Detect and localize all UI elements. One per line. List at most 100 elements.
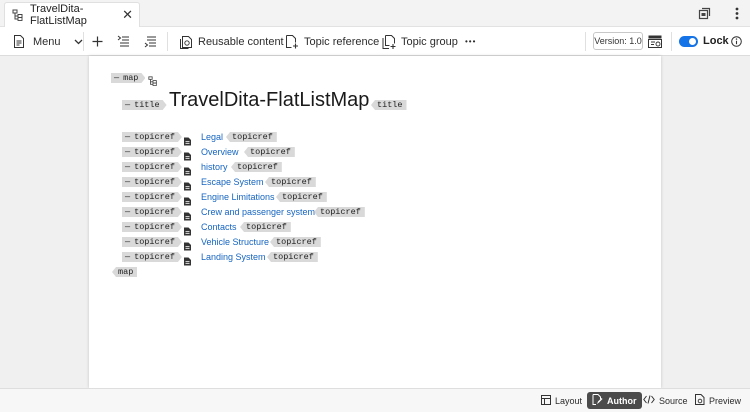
- preview-view-button[interactable]: Preview: [690, 392, 746, 409]
- author-view-button[interactable]: Author: [587, 392, 642, 409]
- map-tree-icon: [12, 9, 24, 21]
- topicref-close-tag[interactable]: topicref: [226, 132, 277, 142]
- collapse-toggle[interactable]: —: [125, 222, 130, 232]
- collapse-toggle[interactable]: —: [125, 252, 130, 262]
- insert-before-button[interactable]: [117, 27, 130, 56]
- tab-document[interactable]: TravelDita-FlatListMap ✕: [4, 2, 140, 27]
- topicref-open-tag[interactable]: — topicref: [122, 237, 182, 247]
- source-view-button[interactable]: Source: [638, 392, 693, 409]
- insert-after-button[interactable]: [144, 27, 157, 56]
- topicref-tag-label: topicref: [320, 207, 361, 217]
- topicref-open-tag[interactable]: — topicref: [122, 147, 182, 157]
- map-tag-label: map: [118, 267, 134, 277]
- info-button[interactable]: [731, 27, 742, 56]
- topicref-open-tag[interactable]: — topicref: [122, 177, 182, 187]
- topicref-link[interactable]: Contacts: [201, 222, 237, 232]
- view-mode-bar: Layout Author Source Preview: [0, 388, 750, 412]
- topicref-open-tag[interactable]: — topicref: [122, 222, 182, 232]
- preview-label: Preview: [709, 395, 742, 406]
- topic-group-icon: [382, 34, 396, 49]
- collapse-toggle[interactable]: —: [125, 147, 130, 157]
- menu-button[interactable]: Menu: [13, 27, 83, 56]
- reusable-content-button[interactable]: Reusable content: [179, 27, 284, 56]
- topicref-close-tag[interactable]: topicref: [244, 147, 295, 157]
- topicref-close-tag[interactable]: topicref: [231, 162, 282, 172]
- topic-file-icon: [183, 178, 192, 191]
- topicref-link[interactable]: history: [201, 162, 228, 172]
- topicref-close-tag[interactable]: topicref: [265, 177, 316, 187]
- topicref-tag-label: topicref: [232, 132, 273, 142]
- topicref-open-tag[interactable]: — topicref: [122, 207, 182, 217]
- author-label: Author: [607, 395, 637, 406]
- topicref-tag-label: topicref: [134, 132, 175, 142]
- topic-file-icon: [183, 223, 192, 236]
- topicref-open-tag[interactable]: — topicref: [122, 132, 182, 142]
- layout-view-button[interactable]: Layout: [536, 392, 587, 409]
- reusable-content-label: Reusable content: [198, 35, 284, 48]
- title-tag-label: title: [134, 100, 160, 110]
- topicref-link[interactable]: Engine Limitations: [201, 192, 275, 202]
- collapse-toggle[interactable]: —: [125, 100, 130, 110]
- topicref-link[interactable]: Overview: [201, 147, 239, 157]
- map-open-tag[interactable]: — map: [111, 73, 145, 83]
- topicref-link[interactable]: Legal: [201, 132, 223, 142]
- topic-reference-label: Topic reference: [304, 35, 380, 48]
- collapse-toggle[interactable]: —: [125, 237, 130, 247]
- map-tree-icon: [148, 73, 158, 91]
- topicref-close-tag[interactable]: topicref: [276, 192, 327, 202]
- tab-bar: TravelDita-FlatListMap ✕: [0, 0, 750, 27]
- topicref-link[interactable]: Crew and passenger system: [201, 207, 315, 217]
- layout-label: Layout: [555, 395, 583, 406]
- collapse-toggle[interactable]: —: [125, 207, 130, 217]
- map-close-tag[interactable]: map: [112, 267, 138, 277]
- topic-file-icon: [183, 193, 192, 206]
- lock-toggle[interactable]: [679, 36, 698, 47]
- restore-window-icon[interactable]: [696, 5, 712, 21]
- topicref-open-tag[interactable]: — topicref: [122, 162, 182, 172]
- title-tag-label: title: [377, 100, 403, 110]
- more-vertical-icon[interactable]: [729, 5, 745, 21]
- topicref-open-tag[interactable]: — topicref: [122, 252, 182, 262]
- version-history-button[interactable]: [648, 27, 662, 56]
- topicref-link[interactable]: Landing System: [201, 252, 266, 262]
- topicref-close-tag[interactable]: topicref: [240, 222, 291, 232]
- close-tab-icon[interactable]: ✕: [122, 8, 133, 21]
- insert-before-icon: [117, 35, 130, 48]
- topicref-open-tag[interactable]: — topicref: [122, 192, 182, 202]
- topicref-tag-label: topicref: [134, 222, 175, 232]
- toolbar-divider: [671, 32, 672, 51]
- topic-file-icon: [183, 253, 192, 266]
- topicref-tag-label: topicref: [134, 192, 175, 202]
- topicref-close-tag[interactable]: topicref: [267, 252, 318, 262]
- author-edit-icon: [592, 394, 603, 407]
- collapse-toggle[interactable]: —: [114, 73, 119, 83]
- topicref-close-tag[interactable]: topicref: [314, 207, 365, 217]
- version-history-icon: [648, 35, 662, 48]
- collapse-toggle[interactable]: —: [125, 132, 130, 142]
- map-title[interactable]: TravelDita-FlatListMap: [169, 89, 369, 112]
- topicref-tag-label: topicref: [134, 177, 175, 187]
- toggle-knob: [689, 38, 696, 45]
- reusable-content-icon: [179, 35, 193, 49]
- topic-file-icon: [183, 163, 192, 176]
- topicref-link[interactable]: Vehicle Structure: [201, 237, 269, 247]
- collapse-toggle[interactable]: —: [125, 192, 130, 202]
- editor-toolbar: Menu Reusable content Topic reference To…: [0, 27, 750, 56]
- topic-file-icon: [183, 148, 192, 161]
- add-element-button[interactable]: [92, 27, 103, 56]
- topic-reference-icon: [285, 34, 299, 49]
- more-options-button[interactable]: •••: [465, 27, 476, 56]
- topicref-tag-label: topicref: [250, 147, 291, 157]
- topic-group-button[interactable]: Topic group: [382, 27, 458, 56]
- title-close-tag[interactable]: title: [371, 100, 407, 110]
- toolbar-divider: [83, 32, 84, 51]
- topic-reference-button[interactable]: Topic reference: [285, 27, 379, 56]
- version-badge[interactable]: Version: 1.0: [593, 32, 643, 50]
- collapse-toggle[interactable]: —: [125, 177, 130, 187]
- topicref-link[interactable]: Escape System: [201, 177, 264, 187]
- topicref-close-tag[interactable]: topicref: [270, 237, 321, 247]
- title-open-tag[interactable]: — title: [122, 100, 167, 110]
- map-tag-label: map: [123, 73, 139, 83]
- collapse-toggle[interactable]: —: [125, 162, 130, 172]
- lock-label: Lock: [703, 35, 729, 47]
